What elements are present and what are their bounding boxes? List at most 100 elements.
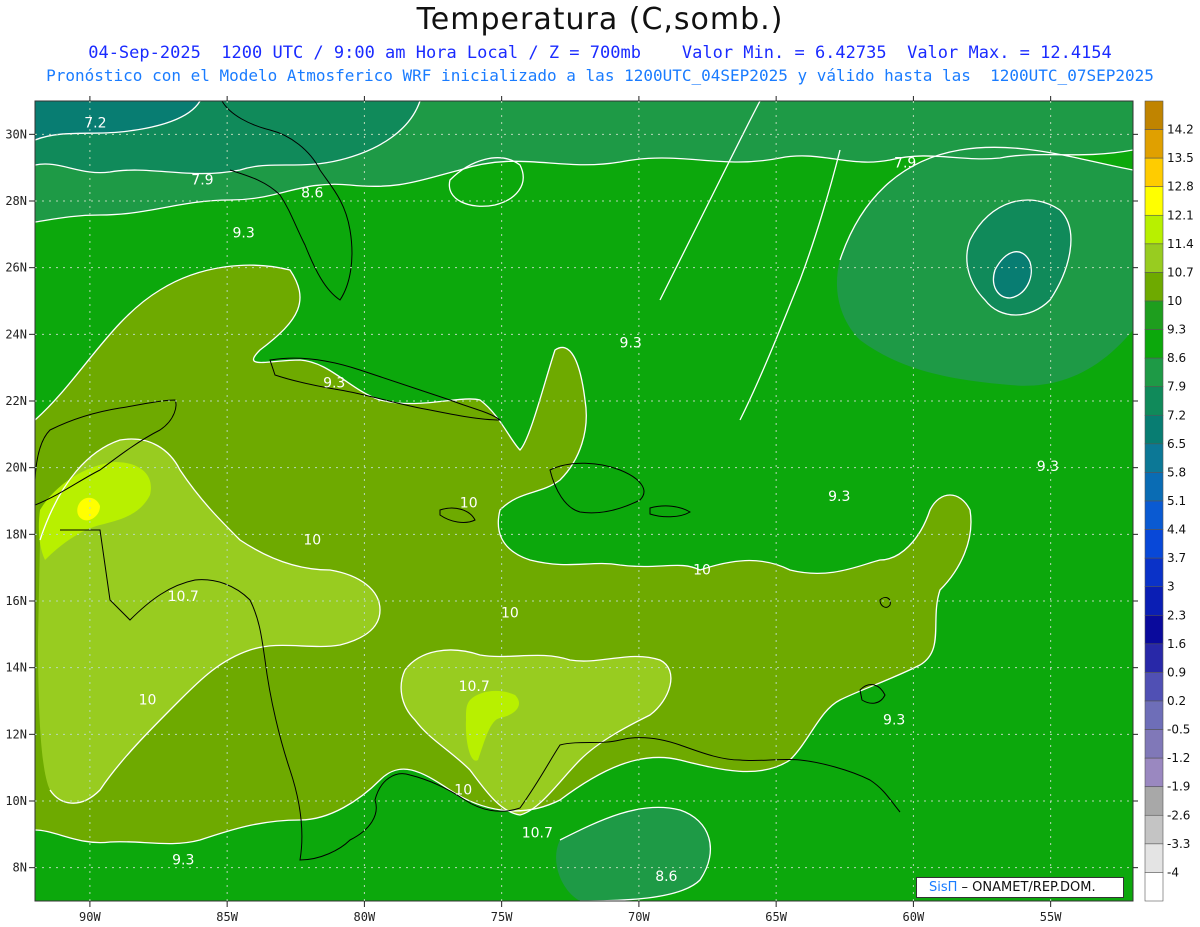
colorbar-label: -4 <box>1167 865 1179 879</box>
y-tick-label: 12N <box>5 727 27 741</box>
colorbar-label: 1.6 <box>1167 637 1186 651</box>
x-tick-label: 60W <box>903 910 925 924</box>
contour-label: 10.7 <box>459 679 490 695</box>
contour-label: 10 <box>303 532 321 548</box>
colorbar-swatch <box>1144 214 1164 245</box>
contour-label: 9.3 <box>883 712 905 728</box>
x-tick-label: 75W <box>491 910 513 924</box>
contour-label: 9.3 <box>232 226 254 242</box>
colorbar-swatch <box>1144 329 1164 359</box>
colorbar-label: -1.9 <box>1167 780 1190 794</box>
colorbar-label: -2.6 <box>1167 808 1190 822</box>
contour-label: 10.7 <box>522 826 553 842</box>
y-tick-label: 24N <box>5 327 27 341</box>
colorbar-label: 6.5 <box>1167 437 1186 451</box>
contour-label: 10 <box>460 496 478 512</box>
colorbar-swatch <box>1144 843 1164 873</box>
colorbar-swatch <box>1144 643 1164 673</box>
y-tick-label: 20N <box>5 461 27 475</box>
colorbar-swatch <box>1144 872 1164 902</box>
colorbar-swatch <box>1144 814 1164 845</box>
colorbar-label: 4.4 <box>1167 523 1186 537</box>
y-tick-label: 28N <box>5 194 27 208</box>
credit-text: – ONAMET/REP.DOM. <box>957 880 1096 895</box>
colorbar-swatch <box>1144 243 1164 273</box>
y-tick-label: 22N <box>5 394 27 408</box>
x-tick-label: 70W <box>628 910 650 924</box>
colorbar-swatch <box>1144 272 1164 302</box>
y-tick-label: 30N <box>5 127 27 141</box>
contour-label: 9.3 <box>620 336 642 352</box>
contour-label: 7.2 <box>84 116 106 132</box>
y-tick-label: 16N <box>5 594 27 608</box>
colorbar-swatch <box>1144 414 1164 445</box>
colorbar-swatch <box>1144 472 1164 502</box>
colorbar-label: 0.9 <box>1167 665 1186 679</box>
colorbar-swatch <box>1144 129 1164 159</box>
y-tick-label: 8N <box>13 861 27 875</box>
colorbar: 14.2 13.5 12.8 12.1 11.4 10.7 10 9.3 8.6 7.9 7.2 6.… <box>1144 100 1194 902</box>
y-tick-label: 14N <box>5 661 27 675</box>
contour-label: 10 <box>693 562 711 578</box>
contour-label: 8.6 <box>301 186 323 202</box>
colorbar-label: 12.8 <box>1167 180 1194 194</box>
contour-label: 7.9 <box>894 156 916 172</box>
contour-label: 10 <box>501 606 519 622</box>
brand-logo-text: SisΠ <box>929 880 958 895</box>
colorbar-swatch <box>1144 500 1164 530</box>
colorbar-label: 8.6 <box>1167 351 1186 365</box>
colorbar-swatch <box>1144 672 1164 702</box>
colorbar-label: 3 <box>1167 580 1175 594</box>
colorbar-label: 10 <box>1167 294 1182 308</box>
colorbar-label: 11.4 <box>1167 237 1194 251</box>
colorbar-swatch <box>1144 700 1164 730</box>
colorbar-label: 3.7 <box>1167 551 1186 565</box>
colorbar-swatch <box>1144 757 1164 788</box>
colorbar-label: 12.1 <box>1167 208 1194 222</box>
credit-box: SisΠ – ONAMET/REP.DOM. <box>916 877 1124 898</box>
x-tick-label: 85W <box>216 910 238 924</box>
colorbar-swatch <box>1144 357 1164 388</box>
colorbar-swatch <box>1144 300 1164 330</box>
contour-label: 9.3 <box>172 852 194 868</box>
x-tick-label: 90W <box>79 910 101 924</box>
colorbar-label: -3.3 <box>1167 837 1190 851</box>
colorbar-label: 7.9 <box>1167 380 1186 394</box>
colorbar-swatch <box>1144 386 1164 416</box>
colorbar-swatch <box>1144 443 1164 473</box>
contour-label: 10 <box>139 692 157 708</box>
colorbar-label: 14.2 <box>1167 123 1194 137</box>
y-tick-label: 18N <box>5 527 27 541</box>
colorbar-label: 7.2 <box>1167 408 1186 422</box>
colorbar-label: 5.8 <box>1167 465 1186 479</box>
colorbar-swatch <box>1144 586 1164 616</box>
colorbar-label: 0.2 <box>1167 694 1186 708</box>
contour-label: 9.3 <box>323 376 345 392</box>
contour-label: 7.9 <box>191 172 213 188</box>
colorbar-label: 10.7 <box>1167 265 1194 279</box>
x-tick-label: 55W <box>1040 910 1062 924</box>
shaded-field <box>35 101 1133 901</box>
colorbar-label: -0.5 <box>1167 723 1190 737</box>
contour-label: 10.7 <box>168 589 199 605</box>
colorbar-label: 2.3 <box>1167 608 1186 622</box>
contour-label: 9.3 <box>1037 459 1059 475</box>
colorbar-swatch <box>1144 557 1164 588</box>
x-tick-label: 65W <box>765 910 787 924</box>
x-tick-label: 80W <box>354 910 376 924</box>
colorbar-swatch <box>1144 786 1164 816</box>
colorbar-label: -1.2 <box>1167 751 1190 765</box>
colorbar-swatch <box>1144 729 1164 759</box>
colorbar-swatch <box>1144 157 1164 188</box>
colorbar-label: 13.5 <box>1167 151 1194 165</box>
colorbar-swatch <box>1144 186 1164 216</box>
contour-label: 10 <box>454 782 472 798</box>
colorbar-swatch <box>1144 100 1164 130</box>
contour-label: 8.6 <box>655 869 677 885</box>
y-tick-label: 10N <box>5 794 27 808</box>
colorbar-swatch <box>1144 614 1164 645</box>
colorbar-label: 5.1 <box>1167 494 1186 508</box>
y-tick-label: 26N <box>5 261 27 275</box>
temperature-map: 90W 85W 80W 75W 70W 65W 60W 55W 30N 28N 26N 24N 22N… <box>5 96 1194 924</box>
contour-label: 9.3 <box>828 489 850 505</box>
